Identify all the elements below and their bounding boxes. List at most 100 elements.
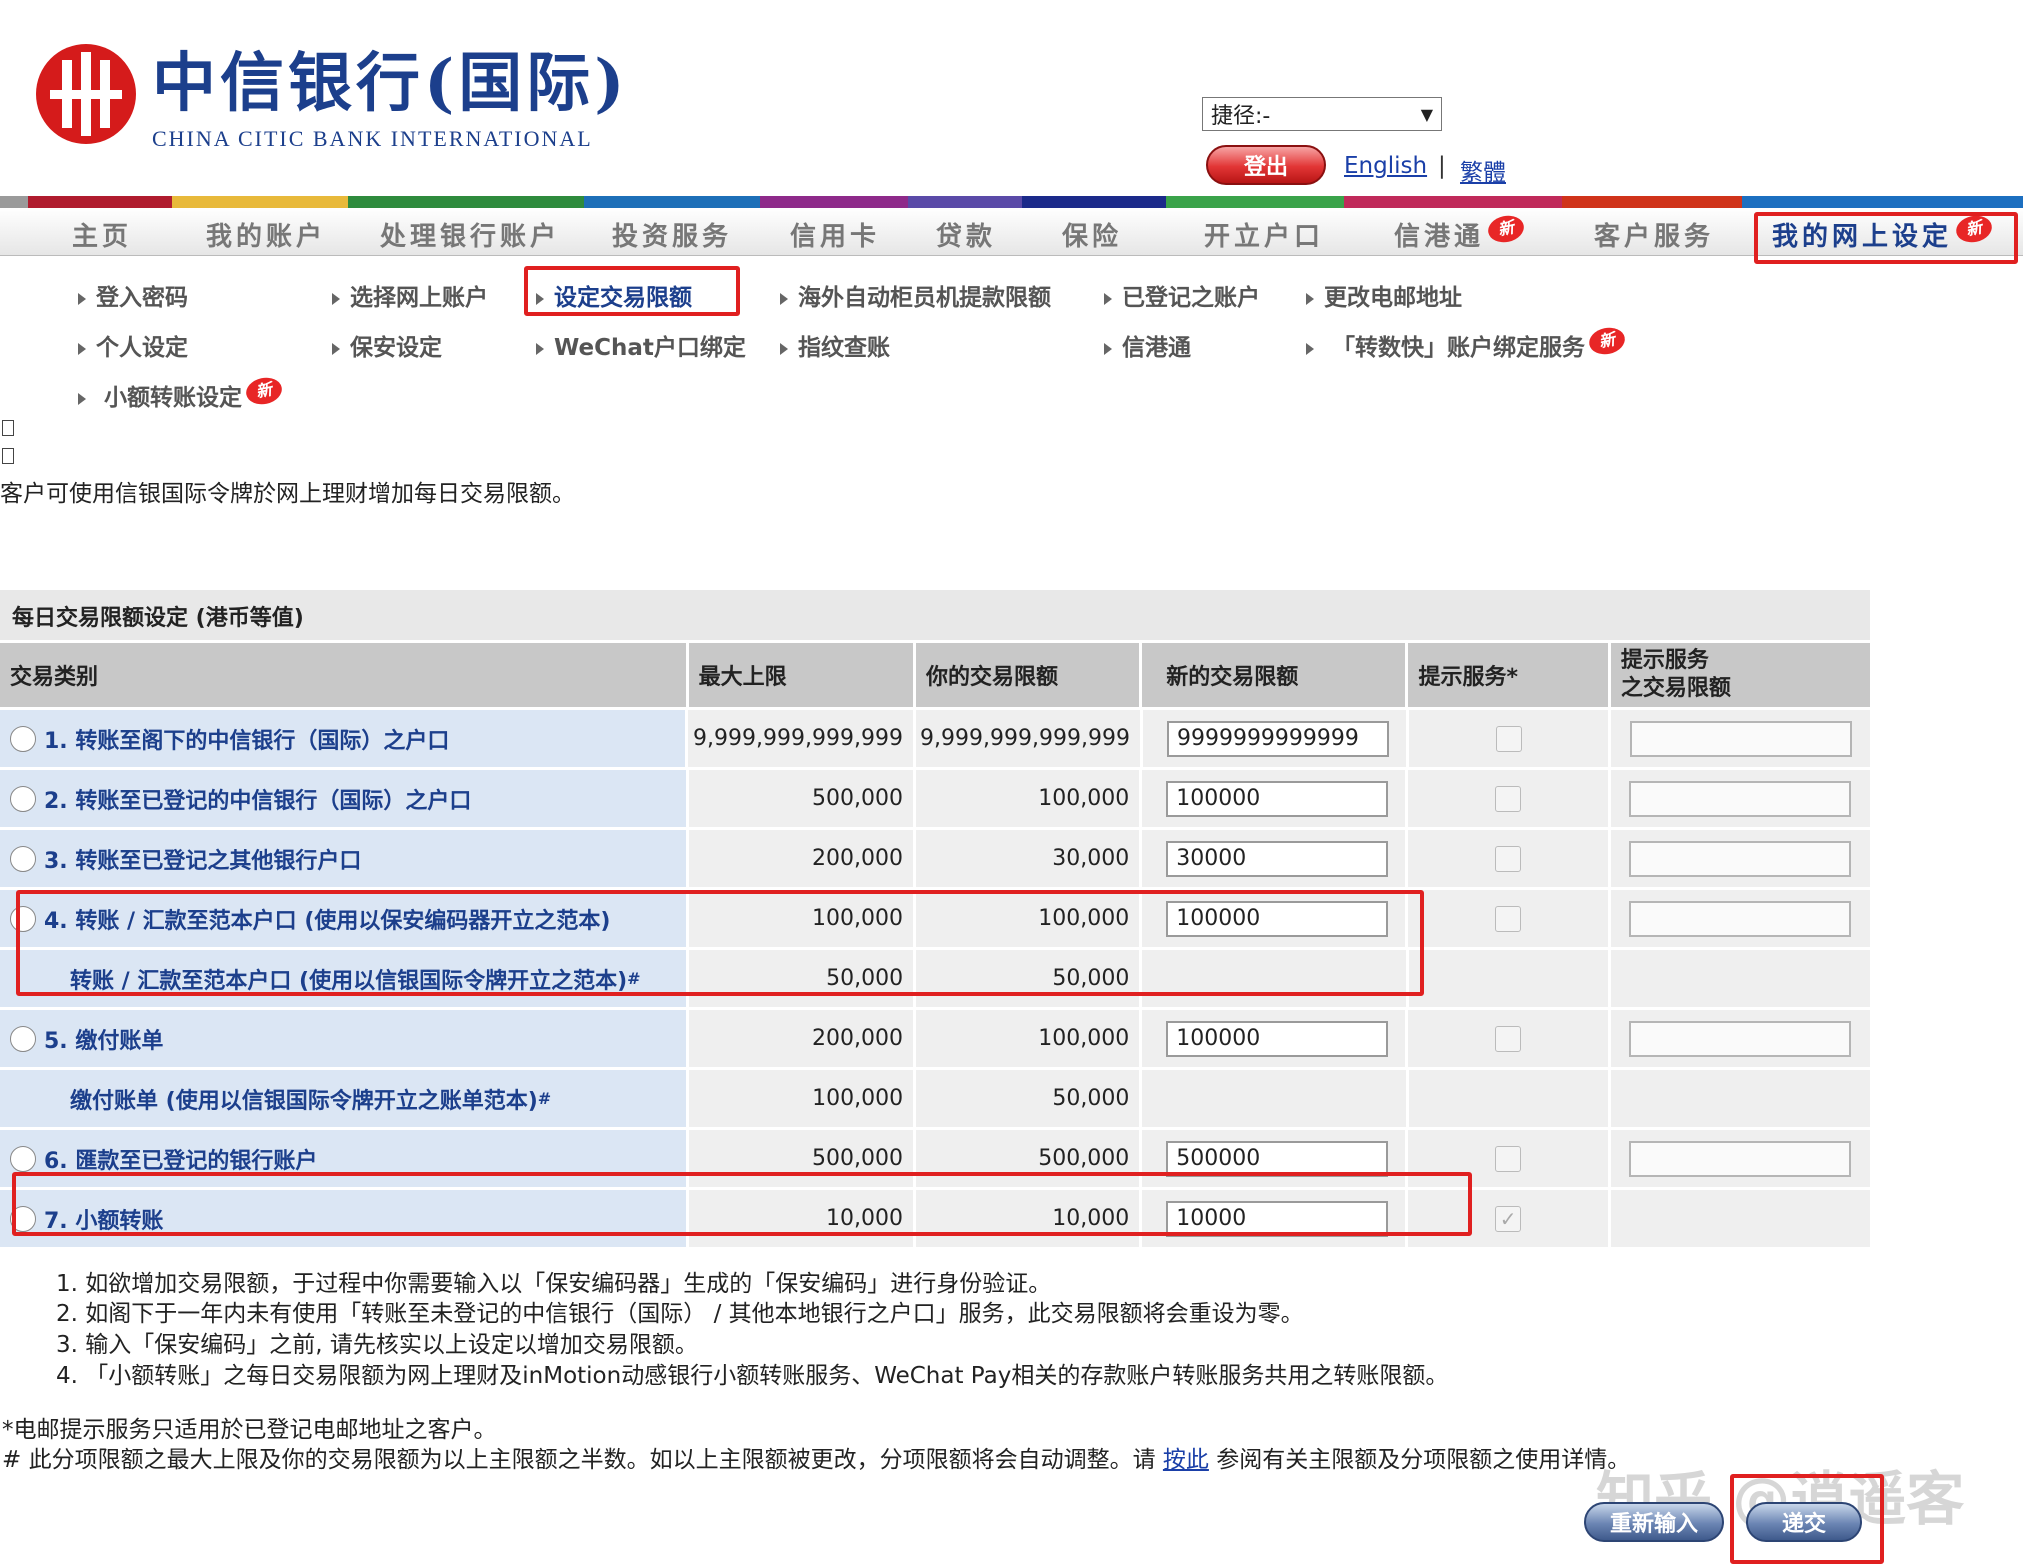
subnav-fingerprint[interactable]: 指纹查账 — [780, 328, 890, 362]
subnav-security-settings[interactable]: 保安设定 — [332, 328, 442, 362]
subnav-atm-limit[interactable]: 海外自动柜员机提款限额 — [780, 278, 1051, 312]
alert-limit-input[interactable] — [1629, 720, 1852, 757]
row-alert-cell — [1408, 1070, 1608, 1127]
row-alert-limit-cell — [1610, 1070, 1871, 1127]
row-alert-limit-cell — [1610, 770, 1870, 827]
strip-seg — [1166, 196, 1344, 208]
row-type-cell: 1. 转账至阁下的中信银行（国际）之户口 — [0, 710, 685, 767]
alert-checkbox[interactable] — [1495, 1145, 1522, 1172]
header-type: 交易类别 — [0, 643, 686, 707]
new-badge: 新 — [243, 374, 285, 408]
row-label: 2. 转账至已登记的中信银行（国际）之户口 — [44, 788, 472, 814]
header-alert-limit: 提示服务 之交易限额 — [1610, 643, 1870, 707]
subnav-registered-accounts[interactable]: 已登记之账户 — [1104, 278, 1260, 312]
alert-limit-input[interactable] — [1629, 780, 1852, 817]
english-link[interactable]: English — [1344, 153, 1427, 179]
row-alert-cell — [1408, 770, 1608, 827]
table-row: 1. 转账至阁下的中信银行（国际）之户口 9,999,999,999,999 9… — [0, 710, 1870, 767]
alert-limit-input[interactable] — [1629, 840, 1852, 877]
row-current: 30,000 — [915, 830, 1140, 887]
row-max: 200,000 — [688, 830, 913, 887]
click-here-link[interactable]: 按此 — [1163, 1447, 1209, 1473]
header-alert: 提示服务* — [1408, 643, 1608, 707]
nav-item-banking[interactable]: 处理银行账户 — [380, 216, 560, 253]
alert-checkbox-checked[interactable]: ✓ — [1495, 1205, 1522, 1232]
row-new-cell: 100000 — [1142, 770, 1406, 827]
table-row: 缴付账单 (使用以信银国际令牌开立之账单范本) # 100,000 50,000 — [0, 1070, 1871, 1127]
subnav-fps-binding[interactable]: 「转数快」账户绑定服务新 — [1306, 324, 1628, 362]
row-label: 1. 转账至阁下的中信银行（国际）之户口 — [44, 728, 450, 754]
row-type-cell: 缴付账单 (使用以信银国际令牌开立之账单范本) # — [0, 1070, 686, 1127]
nav-item-xingangtong[interactable]: 信港通新 — [1394, 212, 1527, 253]
alert-limit-input[interactable] — [1629, 1020, 1852, 1057]
row-new-cell: 100000 — [1142, 1010, 1406, 1067]
row-radio[interactable] — [10, 1145, 36, 1172]
row-max: 500,000 — [688, 770, 913, 827]
alert-limit-input[interactable] — [1629, 1140, 1852, 1177]
subnav-small-transfer[interactable]: 小额转账设定新 — [78, 374, 285, 412]
row-radio[interactable] — [10, 725, 36, 752]
strip-seg — [28, 196, 172, 208]
main-nav: 主页 我的账户 处理银行账户 投资服务 信用卡 贷款 保险 开立户口 信港通新 … — [0, 208, 2023, 256]
row-radio[interactable] — [10, 1025, 36, 1052]
nav-item-my-account[interactable]: 我的账户 — [206, 216, 326, 253]
row-new-cell: 9999999999999 — [1142, 710, 1406, 767]
alert-checkbox[interactable] — [1495, 905, 1522, 932]
new-limit-input[interactable]: 100000 — [1166, 780, 1389, 817]
row-alert-cell — [1408, 710, 1609, 767]
hash-note-text: # 此分项限额之最大上限及你的交易限额为以上主限额之半数。如以上主限额被更改，分… — [2, 1447, 1156, 1473]
logout-button[interactable]: 登出 — [1206, 145, 1326, 185]
strip-seg — [760, 196, 908, 208]
alert-checkbox[interactable] — [1495, 785, 1522, 812]
shortcut-select[interactable]: 捷径:- ▼ — [1202, 97, 1442, 131]
bank-logo[interactable]: 中信银行(国际) CHINA CITIC BANK INTERNATIONAL — [36, 44, 629, 152]
row-current: 9,999,999,999,999 — [915, 710, 1140, 767]
alert-limit-input[interactable] — [1629, 900, 1852, 937]
subnav-wechat-binding[interactable]: WeChat户口绑定 — [536, 328, 746, 362]
bank-name-cn: 中信银行(国际) — [152, 46, 629, 121]
nav-item-credit-card[interactable]: 信用卡 — [790, 216, 880, 253]
subnav-xingangtong[interactable]: 信港通 — [1104, 328, 1191, 362]
nav-item-home[interactable]: 主页 — [72, 216, 132, 253]
alert-checkbox[interactable] — [1495, 1025, 1522, 1052]
subnav-label: 「转数快」账户绑定服务 — [1332, 335, 1586, 361]
traditional-chinese-link[interactable]: 繁體 — [1460, 153, 1506, 187]
new-badge: 新 — [1586, 324, 1628, 358]
row-type-cell: 2. 转账至已登记的中信银行（国际）之户口 — [0, 770, 686, 827]
subnav-change-email[interactable]: 更改电邮地址 — [1306, 278, 1462, 312]
new-limit-input[interactable]: 30000 — [1166, 840, 1389, 877]
note-1: 1. 如欲增加交易限额，于过程中你需要输入以「保安编码器」生成的「保安编码」进行… — [56, 1271, 1052, 1297]
nav-item-customer-service[interactable]: 客户服务 — [1594, 216, 1714, 253]
new-limit-input[interactable]: 9999999999999 — [1166, 720, 1389, 757]
header-max: 最大上限 — [688, 643, 913, 707]
new-limit-input[interactable]: 100000 — [1166, 1020, 1389, 1057]
row-alert-limit-cell — [1610, 1010, 1870, 1067]
table-row: 3. 转账至已登记之其他银行户口 200,000 30,000 30000 — [0, 830, 1870, 887]
subnav-personal-settings[interactable]: 个人设定 — [78, 328, 188, 362]
header-alert-limit-line1: 提示服务 — [1620, 648, 1709, 673]
strip-seg — [584, 196, 760, 208]
reset-button[interactable]: 重新输入 — [1584, 1502, 1724, 1542]
lang-separator: | — [1438, 153, 1446, 179]
row-alert-cell — [1408, 950, 1608, 1007]
row-radio[interactable] — [10, 845, 36, 872]
intro-text: 客户可使用信银国际令牌於网上理财增加每日交易限额。 — [0, 481, 575, 507]
chevron-down-icon: ▼ — [1420, 104, 1433, 124]
nav-item-investment[interactable]: 投资服务 — [612, 216, 732, 253]
row-radio[interactable] — [10, 785, 36, 812]
header-new: 新的交易限额 — [1142, 643, 1406, 707]
nav-item-insurance[interactable]: 保险 — [1062, 216, 1122, 253]
row-current: 50,000 — [916, 1070, 1140, 1127]
alert-checkbox[interactable] — [1495, 845, 1522, 872]
subnav-select-account[interactable]: 选择网上账户 — [332, 278, 488, 312]
nav-color-strip — [0, 196, 2023, 208]
row-new-cell: 30000 — [1142, 830, 1406, 887]
nav-item-loans[interactable]: 贷款 — [936, 216, 996, 253]
alert-checkbox[interactable] — [1495, 725, 1522, 752]
highlight-box — [1730, 1474, 1884, 1564]
email-note: *电邮提示服务只适用於已登记电邮地址之客户。 — [2, 1417, 497, 1443]
strip-seg — [172, 196, 348, 208]
nav-item-open-account[interactable]: 开立户口 — [1204, 216, 1324, 253]
subnav-login-password[interactable]: 登入密码 — [78, 278, 188, 312]
strip-seg — [1344, 196, 1562, 208]
